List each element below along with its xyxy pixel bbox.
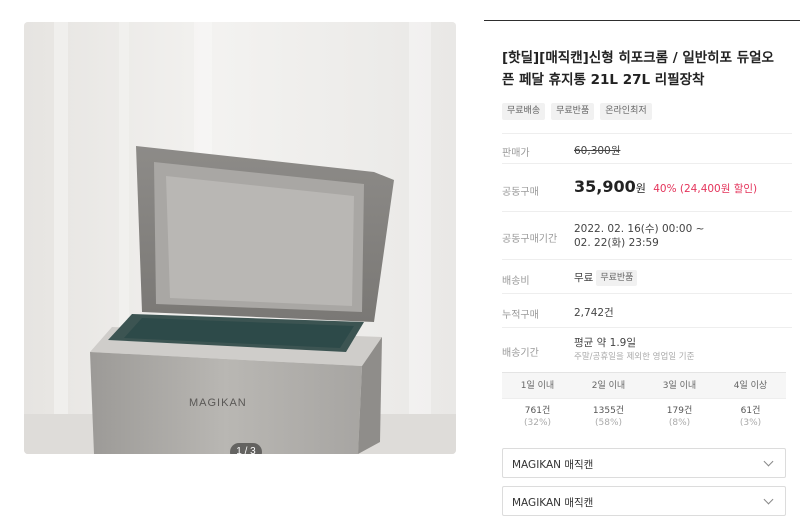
chevron-down-icon (763, 494, 774, 505)
delivery-percent: (32%) (523, 418, 552, 428)
tag-free-shipping: 무료배송 (502, 103, 546, 120)
option-select-2[interactable]: MAGIKAN 매직캔 (502, 486, 786, 516)
delivery-period-label: 배송기간 (502, 348, 539, 359)
delivery-cell: 179건 (8%) (644, 405, 715, 429)
delivery-col-head: 2일 이내 (591, 381, 626, 391)
group-price-label: 공동구매 (502, 187, 539, 198)
shipping-fee-text: 무료 (574, 272, 594, 284)
group-period-value: 2022. 02. 16(수) 00:00 ~ 02. 22(화) 23:59 (574, 222, 704, 250)
delivery-period-row: 배송기간 평균 약 1.9일 주말/공휴일을 제외한 영업일 기준 (502, 327, 792, 372)
original-price: 60,300원 (574, 145, 621, 157)
option-select-1[interactable]: MAGIKAN 매직캔 (502, 448, 786, 478)
shipping-fee-row: 배송비 무료 무료반품 (502, 259, 792, 293)
product-tags: 무료배송 무료반품 온라인최저 (502, 103, 652, 120)
delivery-percent: (8%) (668, 418, 691, 428)
group-price-row: 공동구매 35,900원 40% (24,400원 할인) (502, 163, 792, 211)
svg-text:MAGIKAN: MAGIKAN (189, 397, 247, 409)
delivery-cell: 61건 (3%) (715, 405, 786, 429)
delivery-count: 61건 (740, 406, 761, 416)
shipping-fee-label: 배송비 (502, 276, 530, 287)
delivery-percent: (3%) (739, 418, 762, 428)
cumulative-purchase-label: 누적구매 (502, 310, 539, 321)
product-image-gallery[interactable]: MAGIKAN 1 / 3 (24, 22, 456, 454)
tag-online-lowest: 온라인최저 (600, 103, 652, 120)
delivery-count: 761건 (524, 406, 551, 416)
delivery-distribution-table: 1일 이내 2일 이내 3일 이내 4일 이상 761건 (32%) 1355건… (502, 372, 786, 456)
product-detail-panel: [핫딜][매직캔]신형 히포크롬 / 일반히포 듀얼오픈 페달 휴지통 21L … (484, 20, 800, 524)
group-price-unit: 원 (635, 182, 646, 195)
cumulative-purchase-row: 누적구매 2,742건 (502, 293, 792, 327)
option-select-2-value: MAGIKAN 매직캔 (512, 497, 594, 509)
discount-rate: 40% (24,400원 할인) (653, 183, 758, 195)
group-period-row: 공동구매기간 2022. 02. 16(수) 00:00 ~ 02. 22(화)… (502, 211, 792, 259)
delivery-cell: 1355건 (58%) (573, 405, 644, 429)
chevron-down-icon (763, 456, 774, 467)
delivery-period-value: 평균 약 1.9일 주말/공휴일을 제외한 영업일 기준 (574, 336, 694, 364)
group-price: 35,900원 40% (24,400원 할인) (574, 177, 757, 196)
product-photo: MAGIKAN (24, 22, 456, 454)
delivery-table-header: 1일 이내 2일 이내 3일 이내 4일 이상 (502, 373, 786, 399)
group-price-number: 35,900 (574, 177, 636, 196)
image-counter: 1 / 3 (230, 443, 262, 454)
group-period-label: 공동구매기간 (502, 234, 558, 245)
delivery-count: 1355건 (592, 406, 625, 416)
delivery-col-head: 3일 이내 (662, 381, 697, 391)
delivery-percent: (58%) (594, 418, 623, 428)
delivery-table-body: 761건 (32%) 1355건 (58%) 179건 (8%) 61건 (3%… (502, 399, 786, 429)
sale-price-row: 판매가 60,300원 (502, 133, 792, 163)
delivery-note: 주말/공휴일을 제외한 영업일 기준 (574, 352, 695, 362)
delivery-col-head: 1일 이내 (520, 381, 555, 391)
product-title: [핫딜][매직캔]신형 히포크롬 / 일반히포 듀얼오픈 페달 휴지통 21L … (502, 50, 774, 88)
group-period-end: 02. 22(화) 23:59 (574, 237, 659, 249)
free-return-badge: 무료반품 (596, 270, 638, 286)
shipping-fee-value: 무료 무료반품 (574, 270, 638, 286)
delivery-col-head: 4일 이상 (733, 381, 768, 391)
option-select-1-value: MAGIKAN 매직캔 (512, 459, 594, 471)
delivery-count: 179건 (666, 406, 693, 416)
tag-free-return: 무료반품 (551, 103, 595, 120)
sale-price-label: 판매가 (502, 148, 530, 159)
delivery-cell: 761건 (32%) (502, 405, 573, 429)
group-period-start: 2022. 02. 16(수) 00:00 ~ (574, 223, 705, 235)
delivery-average: 평균 약 1.9일 (574, 337, 637, 349)
cumulative-purchase-value: 2,742건 (574, 307, 614, 319)
